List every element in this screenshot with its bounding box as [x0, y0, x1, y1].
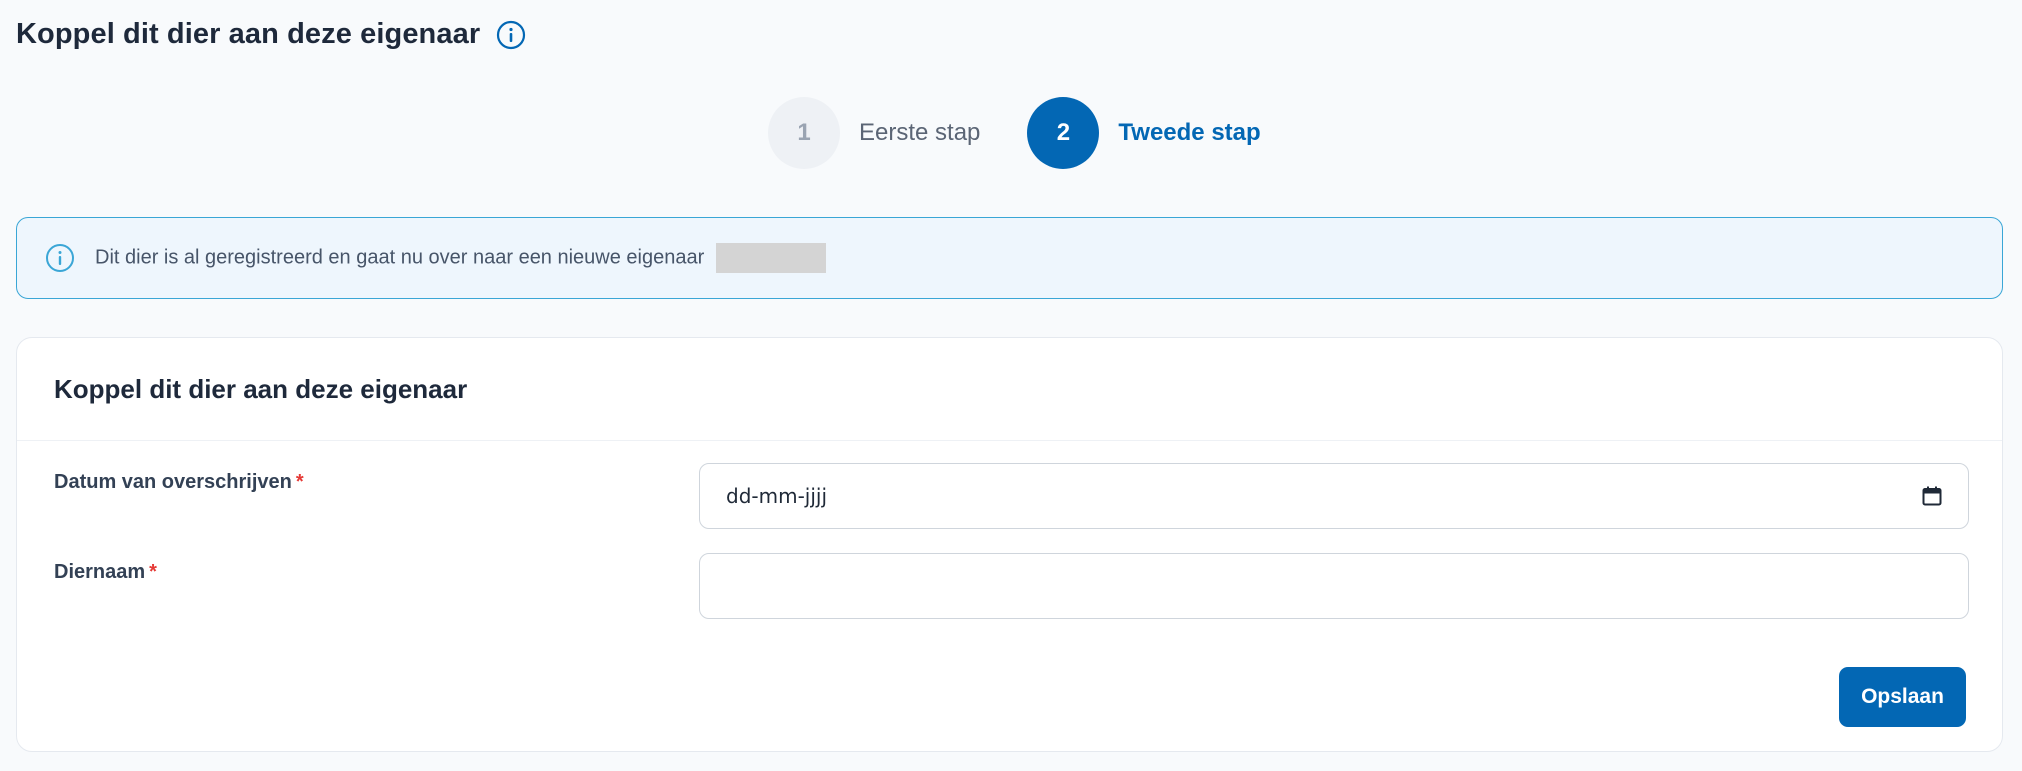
transfer-date-input[interactable]: dd-mm-jjjj — [699, 463, 1969, 529]
step-1-number: 1 — [768, 97, 840, 169]
alert-message: Dit dier is al geregistreerd en gaat nu … — [95, 246, 705, 269]
info-icon[interactable] — [496, 20, 526, 50]
step-2-label: Tweede stap — [1118, 119, 1261, 146]
info-alert: Dit dier is al geregistreerd en gaat nu … — [16, 217, 2003, 299]
animal-name-input[interactable] — [699, 553, 1969, 619]
step-2-number: 2 — [1027, 97, 1100, 169]
animal-name-label: Diernaam * — [54, 561, 157, 584]
page-header: Koppel dit dier aan deze eigenaar — [16, 18, 526, 51]
card-title: Koppel dit dier aan deze eigenaar — [54, 373, 468, 404]
transfer-date-label-text: Datum van overschrijven — [54, 471, 292, 493]
animal-name-label-text: Diernaam — [54, 561, 146, 583]
page-title: Koppel dit dier aan deze eigenaar — [16, 18, 481, 50]
step-1-label: Eerste stap — [859, 119, 981, 146]
redacted-owner-name — [715, 243, 826, 273]
stepper: 1 Eerste stap 2 Tweede stap — [768, 97, 1261, 169]
transfer-date-label: Datum van overschrijven * — [54, 471, 304, 494]
save-button[interactable]: Opslaan — [1839, 667, 1966, 727]
form-card: Koppel dit dier aan deze eigenaar Datum … — [16, 337, 2003, 752]
required-mark: * — [295, 471, 304, 493]
transfer-date-value: dd-mm-jjjj — [726, 484, 828, 508]
step-2[interactable]: 2 Tweede stap — [1027, 97, 1261, 169]
calendar-icon[interactable] — [1922, 486, 1942, 506]
alert-text: Dit dier is al geregistreerd en gaat nu … — [95, 243, 826, 273]
card-header: Koppel dit dier aan deze eigenaar — [17, 338, 2002, 441]
step-1[interactable]: 1 Eerste stap — [768, 97, 980, 169]
required-mark: * — [149, 561, 157, 583]
info-icon — [45, 243, 75, 273]
